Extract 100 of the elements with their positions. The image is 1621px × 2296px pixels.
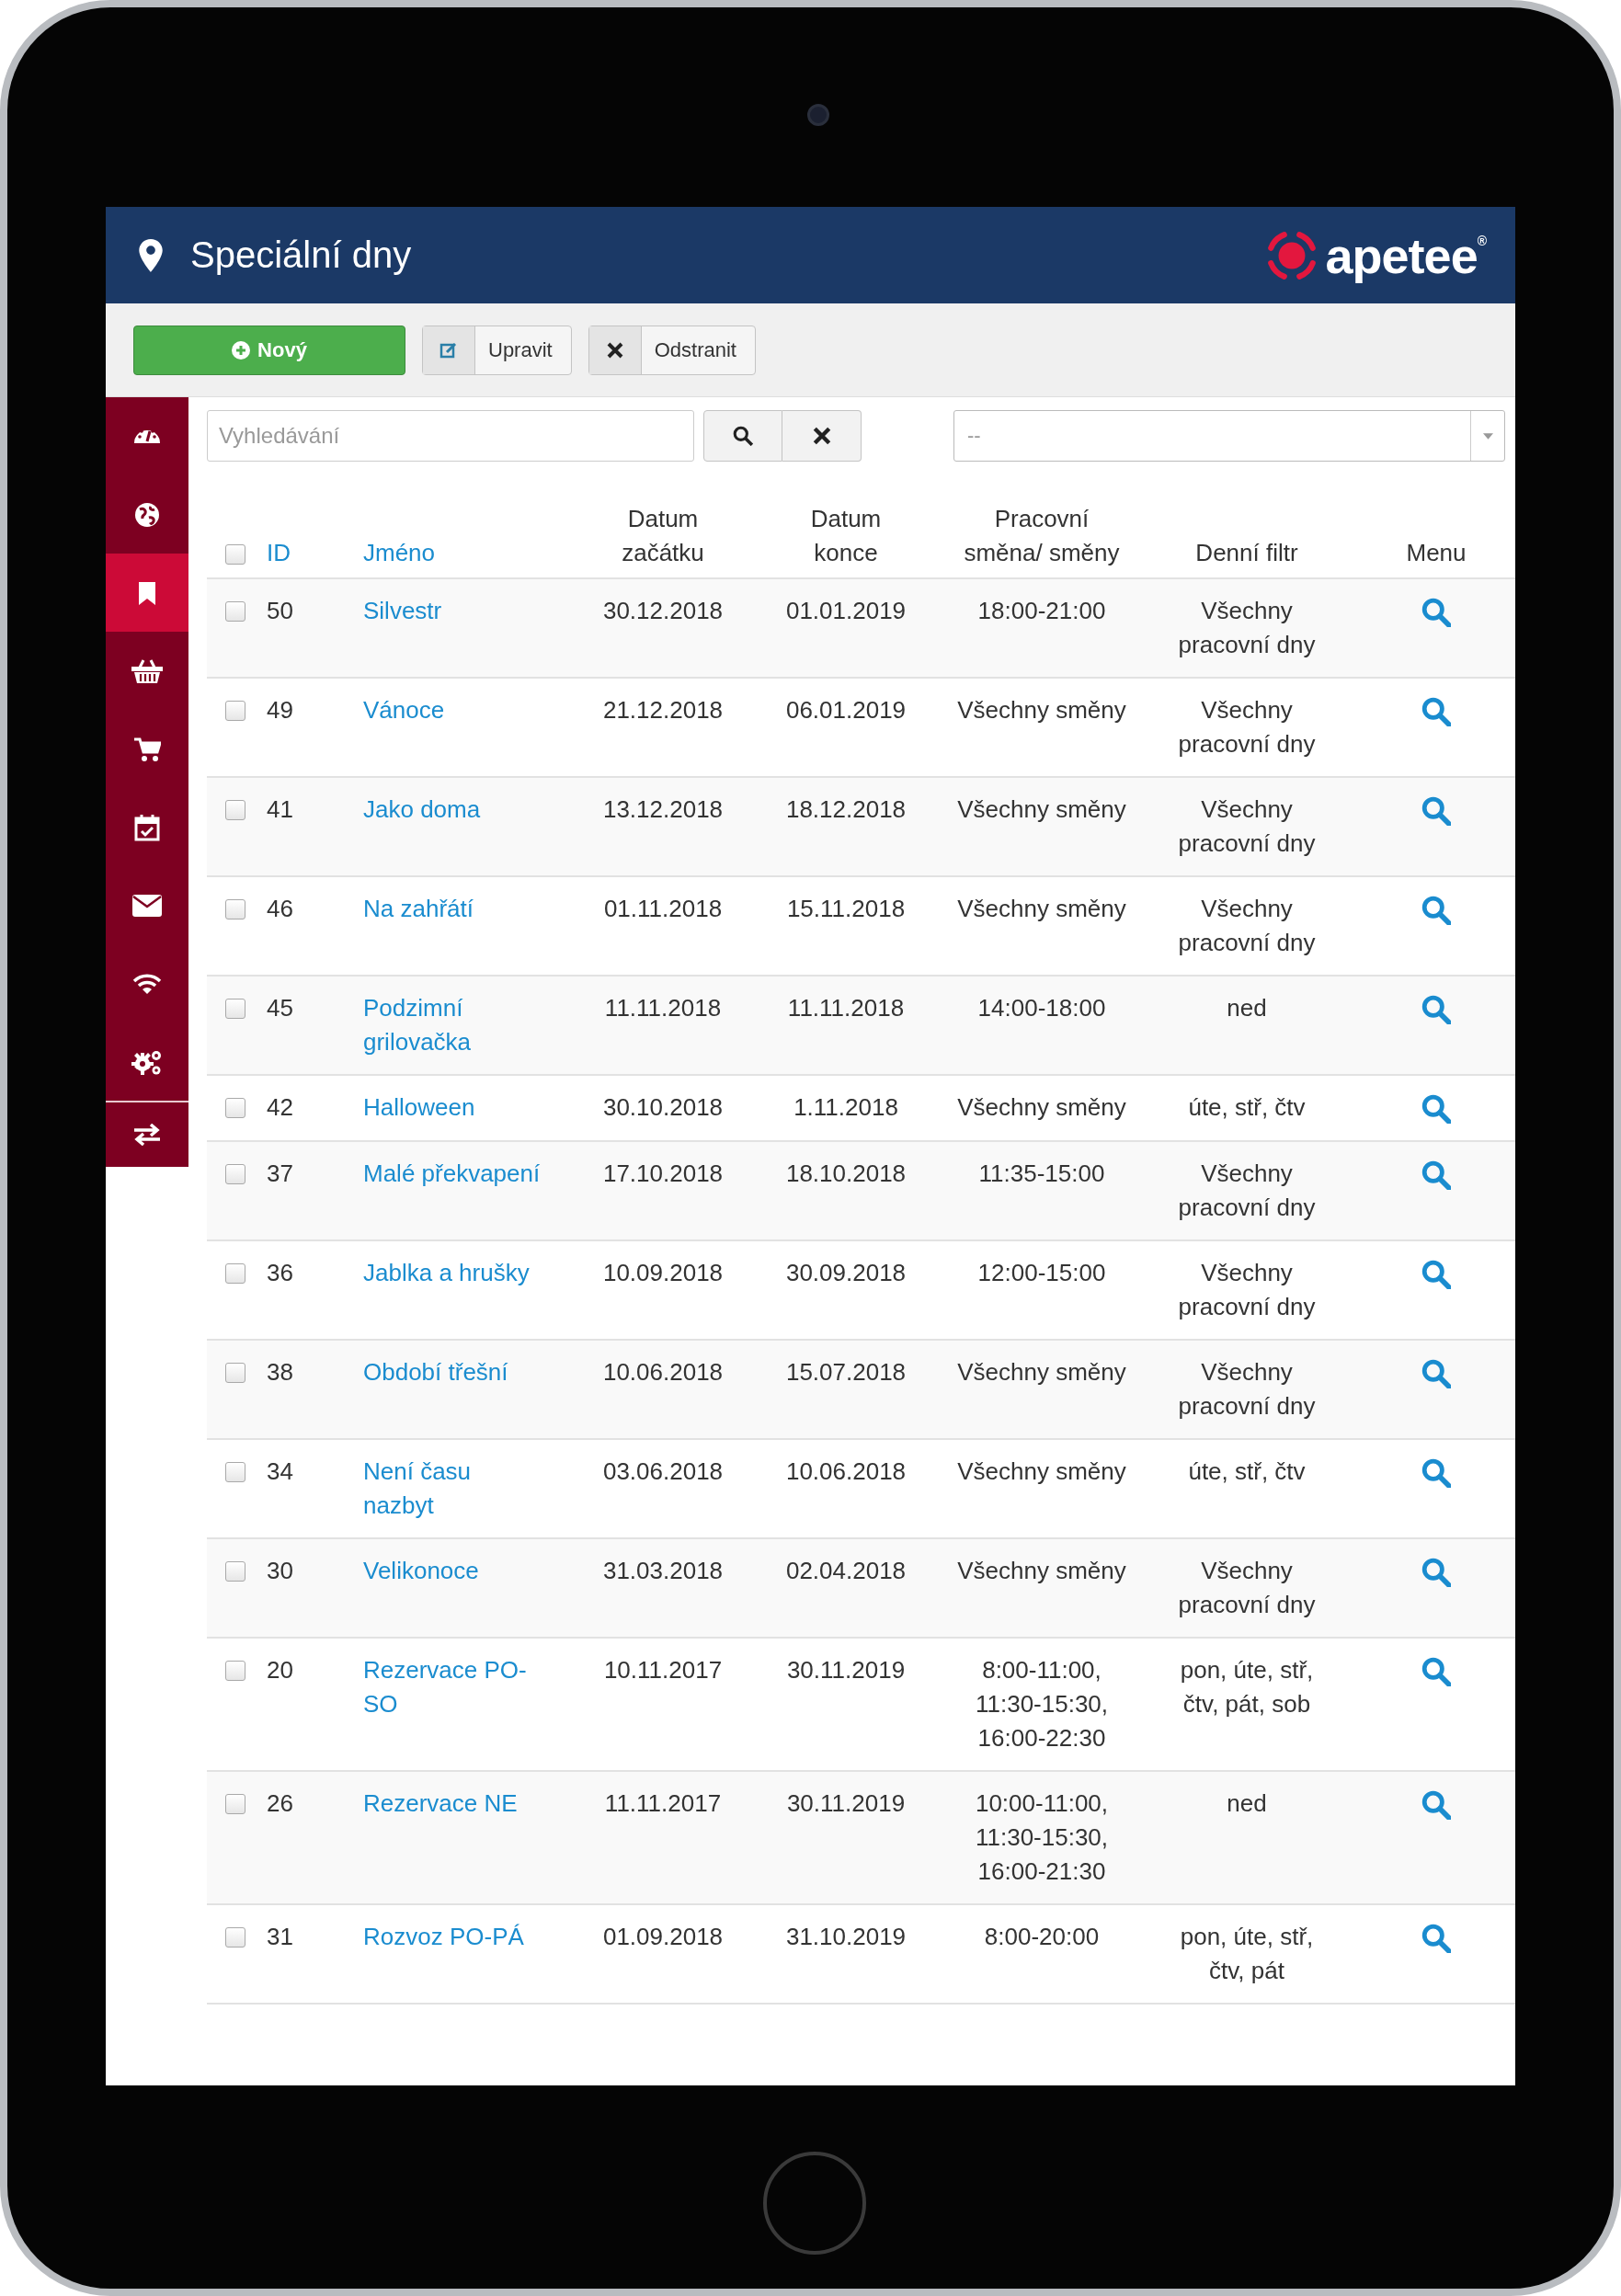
row-checkbox[interactable] xyxy=(224,800,245,820)
plus-circle-icon xyxy=(232,340,251,360)
row-checkbox[interactable] xyxy=(224,1794,245,1814)
id-cell-text: 41 xyxy=(267,794,293,825)
name-link[interactable]: Rozvoz PO-PÁ xyxy=(363,1920,524,1988)
row-checkbox[interactable] xyxy=(224,1462,245,1482)
row-checkbox[interactable] xyxy=(224,1263,245,1284)
start-date-cell-text: 31.03.2018 xyxy=(602,1556,724,1586)
name-link[interactable]: Halloween xyxy=(363,1091,475,1125)
start-date-cell-text: 21.12.2018 xyxy=(602,695,724,725)
name-link[interactable]: Na zahřátí xyxy=(363,892,474,960)
day-filter-cell-text: úte, stř, čtv xyxy=(1188,1092,1306,1123)
start-date-cell-text: 13.12.2018 xyxy=(602,794,724,825)
id-cell-text: 38 xyxy=(267,1357,293,1388)
end-date-cell-text: 30.11.2019 xyxy=(786,1788,906,1819)
row-checkbox[interactable] xyxy=(224,1661,245,1681)
close-icon xyxy=(811,426,832,446)
end-date-cell-text: 11.11.2018 xyxy=(787,993,905,1023)
shift-cell-text: Všechny směny xyxy=(957,794,1126,825)
sidebar-item[interactable] xyxy=(106,475,188,554)
name-link[interactable]: Rezervace NE xyxy=(363,1787,518,1889)
name-link[interactable]: Podzimní grilovačka xyxy=(363,991,472,1059)
row-checkbox[interactable] xyxy=(224,1098,245,1118)
column-header: Datum konce xyxy=(810,504,882,568)
day-filter-cell-text: Všechny pracovní dny xyxy=(1178,1556,1316,1620)
search-button[interactable] xyxy=(703,410,782,462)
close-icon xyxy=(605,340,624,360)
id-cell-text: 45 xyxy=(267,993,293,1023)
bookmark-icon xyxy=(138,579,156,606)
row-checkbox[interactable] xyxy=(224,1164,245,1184)
end-date-cell-text: 10.06.2018 xyxy=(785,1456,907,1487)
row-checkbox[interactable] xyxy=(224,701,245,721)
basket-icon xyxy=(131,657,164,684)
day-filter-cell-text: Všechny pracovní dny xyxy=(1178,1357,1316,1422)
home-button[interactable] xyxy=(763,2152,866,2255)
name-link[interactable]: Vánoce xyxy=(363,693,445,761)
day-filter-cell-text: pon, úte, stř, čtv, pát, sob xyxy=(1180,1655,1314,1719)
edit-button[interactable]: Upravit xyxy=(422,325,572,375)
shift-cell-text: 14:00-18:00 xyxy=(977,993,1106,1023)
shift-cell-text: Všechny směny xyxy=(957,1456,1126,1487)
name-link[interactable]: Rezervace PO- SO xyxy=(363,1653,527,1755)
sidebar-item[interactable] xyxy=(106,1022,188,1101)
end-date-cell-text: 30.11.2019 xyxy=(786,1655,906,1685)
name-link[interactable]: Malé překvapení xyxy=(363,1157,541,1225)
new-button[interactable]: Nový xyxy=(133,325,405,375)
row-checkbox[interactable] xyxy=(224,1927,245,1948)
sidebar-item[interactable] xyxy=(106,554,188,632)
gauge-icon xyxy=(132,428,162,444)
row-checkbox[interactable] xyxy=(224,601,245,622)
clear-button[interactable] xyxy=(782,410,862,462)
search-icon xyxy=(733,426,753,446)
sidebar-item[interactable] xyxy=(106,397,188,475)
id-cell-text: 46 xyxy=(267,894,293,924)
calendar-check-icon xyxy=(134,813,160,841)
start-date-cell-text: 11.11.2017 xyxy=(604,1788,722,1819)
column-header[interactable]: ID xyxy=(267,536,291,570)
start-date-cell-text: 10.09.2018 xyxy=(602,1258,724,1288)
day-filter-cell-text: Všechny pracovní dny xyxy=(1178,596,1316,660)
column-header[interactable]: Jméno xyxy=(363,536,436,570)
filter-dropdown[interactable]: -- xyxy=(953,410,1505,462)
start-date-cell-text: 11.11.2018 xyxy=(604,993,722,1023)
search-field[interactable]: Vyhledávání xyxy=(207,410,694,462)
row-checkbox[interactable] xyxy=(224,999,245,1019)
page-title: Speciální dny xyxy=(190,234,412,276)
map-pin-icon xyxy=(139,238,163,272)
id-cell-text: 31 xyxy=(267,1922,293,1952)
start-date-cell-text: 17.10.2018 xyxy=(602,1159,724,1189)
end-date-cell-text: 15.11.2018 xyxy=(786,894,906,924)
end-date-cell-text: 15.07.2018 xyxy=(785,1357,907,1388)
name-link[interactable]: Silvestr xyxy=(363,594,442,662)
start-date-cell-text: 03.06.2018 xyxy=(602,1456,724,1487)
shift-cell-text: 8:00-11:00, 11:30-15:30, 16:00-22:30 xyxy=(975,1655,1109,1753)
id-cell-text: 30 xyxy=(267,1556,293,1586)
logo-text: apetee$^{®}$ xyxy=(1325,226,1486,284)
sidebar-item[interactable] xyxy=(106,1101,188,1167)
name-link[interactable]: Velikonoce xyxy=(363,1554,479,1622)
shift-cell-text: Všechny směny xyxy=(957,894,1126,924)
row-checkbox[interactable] xyxy=(224,899,245,920)
end-date-cell-text: 1.11.2018 xyxy=(793,1092,898,1123)
shift-cell-text: 8:00-20:00 xyxy=(984,1922,1100,1952)
select-all-checkbox[interactable] xyxy=(224,544,245,565)
sidebar-item[interactable] xyxy=(106,632,188,710)
day-filter-cell-text: ned xyxy=(1227,993,1267,1023)
delete-button[interactable]: Odstranit xyxy=(588,325,756,375)
name-link[interactable]: Období třešní xyxy=(363,1355,508,1423)
day-filter-cell-text: Všechny pracovní dny xyxy=(1178,1159,1316,1223)
end-date-cell-text: 01.01.2019 xyxy=(785,596,907,626)
column-header: Denní filtr xyxy=(1195,538,1298,568)
day-filter-cell-text: Všechny pracovní dny xyxy=(1178,794,1316,859)
end-date-cell-text: 18.10.2018 xyxy=(785,1159,907,1189)
row-checkbox[interactable] xyxy=(224,1363,245,1383)
name-link[interactable]: Není času nazbyt xyxy=(363,1455,472,1523)
start-date-cell-text: 30.10.2018 xyxy=(602,1092,724,1123)
name-link[interactable]: Jako doma xyxy=(363,793,481,861)
row-checkbox[interactable] xyxy=(224,1561,245,1582)
end-date-cell-text: 06.01.2019 xyxy=(785,695,907,725)
name-link[interactable]: Jablka a hrušky xyxy=(363,1256,530,1324)
swap-arrows-icon xyxy=(132,1124,162,1146)
id-cell-text: 42 xyxy=(267,1092,293,1123)
shift-cell-text: Všechny směny xyxy=(957,1092,1126,1123)
